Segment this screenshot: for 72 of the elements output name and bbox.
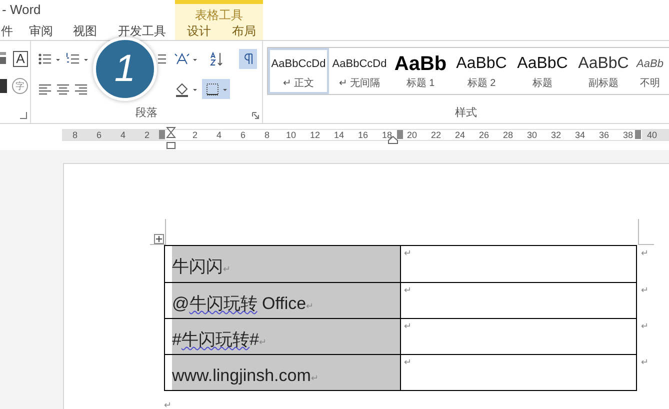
row-end-mark: ↵ — [641, 284, 649, 297]
ribbon-tab[interactable]: 视图 — [72, 21, 98, 40]
ruler-number: 38 — [622, 130, 634, 141]
dialog-launcher-icon[interactable] — [252, 112, 259, 119]
ruler-number: 8 — [71, 130, 78, 141]
borders-icon — [204, 81, 228, 97]
ruler-number: 32 — [550, 130, 562, 141]
column-marker-icon[interactable] — [159, 130, 165, 139]
paint-bucket-icon — [174, 81, 198, 97]
ruler-number: 2 — [191, 130, 198, 141]
ruler-number: 40 — [646, 130, 658, 141]
ruler-number: 2 — [143, 130, 150, 141]
ruler-number: 16 — [356, 130, 369, 141]
ruler-number: 10 — [284, 130, 297, 141]
borders-button[interactable] — [202, 79, 230, 99]
step-badge: 1 — [93, 37, 157, 101]
ribbon-tab[interactable]: 设计 — [186, 21, 212, 40]
column-marker-icon[interactable] — [397, 130, 403, 139]
ruler-number: 12 — [308, 130, 321, 141]
column-marker-icon[interactable] — [635, 130, 641, 139]
table-move-handle-icon[interactable] — [154, 234, 164, 244]
ruler-number: 8 — [263, 130, 270, 141]
group-label: 段落 — [134, 106, 158, 120]
ruler-number: 34 — [574, 130, 586, 141]
style-preset[interactable]: AaBbC 副标题 — [573, 48, 634, 94]
ribbon-tab[interactable]: 布局 — [231, 21, 257, 40]
ribbon-tab[interactable]: 开发工具 — [117, 21, 167, 40]
ruler-number: 6 — [239, 130, 246, 141]
cell-end-mark: ↵ — [404, 284, 412, 297]
style-preset[interactable]: AaBb 标题 1 — [390, 48, 451, 94]
ruler-number: 4 — [215, 130, 222, 141]
group-label: 样式 — [455, 106, 477, 120]
contextual-group-label: 表格工具 — [194, 7, 244, 24]
text-effects-icon — [174, 51, 198, 67]
ruler-number: 14 — [332, 130, 345, 141]
cell-end-mark: ↵ — [404, 320, 412, 333]
sort-icon — [209, 51, 225, 67]
row-end-mark: ↵ — [641, 356, 649, 369]
style-preset[interactable]: AaBbCcDd ↵ 正文 — [268, 48, 329, 94]
ruler-number: 20 — [406, 130, 418, 141]
ruler-number: 26 — [478, 130, 490, 141]
cell-end-mark: ↵ — [404, 356, 412, 369]
row-end-mark: ↵ — [641, 320, 649, 333]
indent-marker-icon[interactable] — [166, 127, 176, 149]
enclose-character-button[interactable]: 字 — [12, 78, 28, 94]
style-preset[interactable]: AaBbC 标题 2 — [451, 48, 512, 94]
style-preset[interactable]: AaBbCcDd ↵ 无间隔 — [329, 48, 390, 94]
table-cell-text: www.lingjinsh.com↵ — [172, 366, 319, 385]
paragraph-mark-button[interactable] — [239, 49, 257, 69]
row-end-mark: ↵ — [641, 247, 649, 260]
window-title: - Word — [1, 1, 41, 20]
dialog-launcher-icon[interactable] — [20, 112, 27, 119]
ruler-number: 28 — [502, 130, 514, 141]
ribbon-tab[interactable]: 件 — [0, 21, 14, 40]
ruler-number: 24 — [454, 130, 466, 141]
table-cell-text: #牛闪玩转#↵ — [172, 330, 267, 349]
crop-mark — [638, 219, 654, 245]
ribbon-tab[interactable]: 审阅 — [28, 21, 54, 40]
ruler-number: 4 — [119, 130, 126, 141]
ruler-number: 30 — [526, 130, 538, 141]
ruler-number: 6 — [95, 130, 102, 141]
table-cell-text: 牛闪闪↵ — [172, 257, 231, 276]
paragraph-mark: ↵ — [164, 400, 172, 409]
style-preset[interactable]: AaBb 不明 — [634, 48, 666, 94]
cell-end-mark: ↵ — [404, 247, 412, 260]
table-cell-text: @牛闪玩转 Office↵ — [172, 294, 314, 313]
ruler-number: 22 — [430, 130, 442, 141]
ruler-number: 36 — [598, 130, 610, 141]
ruler-number: 18 — [380, 130, 393, 141]
bullets-icon — [37, 51, 61, 67]
character-border-button[interactable]: A — [13, 51, 28, 67]
style-preset[interactable]: AaBbC 标题 — [512, 48, 573, 94]
